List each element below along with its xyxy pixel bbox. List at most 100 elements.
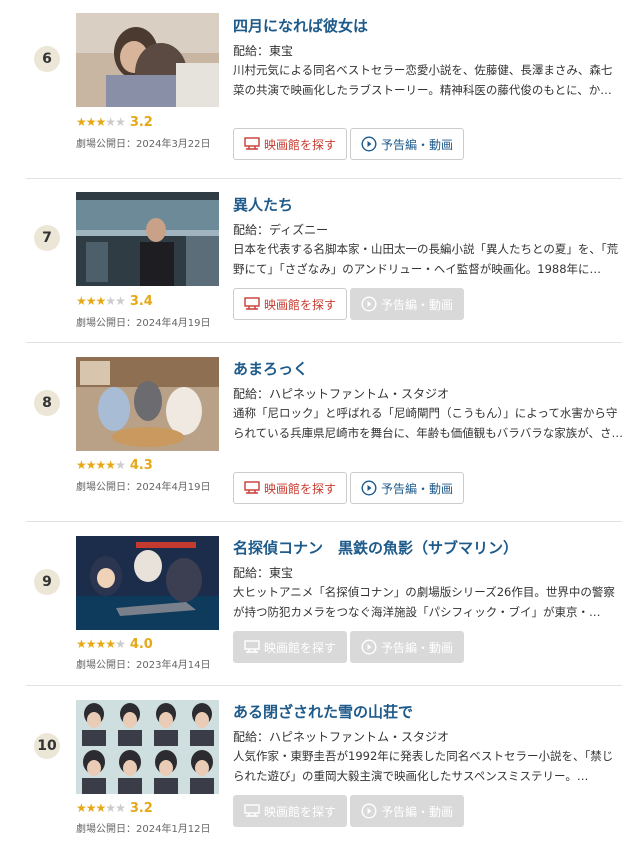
find-theater-button[interactable]: 映画館を探す [233,288,347,320]
trailer-button[interactable]: 予告編・動画 [350,288,464,320]
movie-title[interactable]: 名探偵コナン 黒鉄の魚影（サブマリン） [233,537,518,558]
rating-score: 3.2 [129,800,153,816]
theater-icon [244,640,260,653]
rating-stars: ★★★★★ [76,458,126,472]
theater-icon [244,481,260,494]
trailer-label: 予告編・動画 [380,804,453,819]
rank-badge: 9 [34,569,60,595]
ranking-item: 10 ★★★★★ 3.2 劇場公開日：2024年1月12日 ある閉ざされた雪の山… [0,686,640,846]
theater-icon [244,137,260,150]
find-theater-label: 映画館を探す [263,481,336,496]
release-date: 劇場公開日：2023年4月14日 [76,660,211,671]
star-icon: ★ [115,801,126,815]
find-theater-button[interactable]: 映画館を探す [233,472,347,504]
find-theater-label: 映画館を探す [263,297,336,312]
rating-stars: ★★★★★ [76,637,126,651]
theater-icon [244,297,260,310]
find-theater-button[interactable]: 映画館を探す [233,128,347,160]
movie-title[interactable]: 四月になれば彼女は [233,15,368,36]
trailer-label: 予告編・動画 [380,137,453,152]
rating-stars: ★★★★★ [76,294,126,308]
rating-stars: ★★★★★ [76,801,126,815]
rank-badge: 10 [34,733,60,759]
description: 日本を代表する名脚本家・山田太一の長編小説「異人たちとの夏」を、「荒野にて」「さ… [233,242,619,276]
find-theater-button[interactable]: 映画館を探す [233,795,347,827]
star-icon: ★ [76,115,87,129]
rating: ★★★★★ 3.2 [76,800,153,816]
rating-score: 3.4 [129,293,153,309]
star-icon: ★ [115,294,126,308]
trailer-button[interactable]: 予告編・動画 [350,472,464,504]
star-icon: ★ [105,294,116,308]
rank-badge: 6 [34,46,60,72]
rating: ★★★★★ 3.2 [76,114,153,130]
star-icon: ★ [95,637,107,651]
release-date: 劇場公開日：2024年4月19日 [76,318,211,329]
star-icon: ★ [95,458,107,472]
rating-score: 4.3 [129,457,153,473]
trailer-button[interactable]: 予告編・動画 [350,631,464,663]
star-icon: ★ [85,637,97,651]
rating-stars: ★★★★★ [76,115,126,129]
play-icon [361,296,377,312]
rating-score: 3.2 [129,114,153,130]
star-icon: ★ [95,294,107,308]
poster-thumbnail[interactable] [76,536,219,630]
star-icon: ★ [76,294,87,308]
rating: ★★★★★ 4.3 [76,457,153,473]
play-icon [361,480,377,496]
find-theater-button[interactable]: 映画館を探す [233,631,347,663]
movie-ranking-list: 6 ★★★★★ 3.2 劇場公開日：2024年3月22日 四月になれば彼女は 配… [0,0,640,847]
star-icon: ★ [105,637,116,651]
ranking-item: 9 ★★★★★ 4.0 劇場公開日：2023年4月14日 名探偵コナン 黒鉄の魚… [0,522,640,682]
star-icon: ★ [85,115,97,129]
star-icon: ★ [105,115,116,129]
star-icon: ★ [85,801,97,815]
distributor: 配給：東宝 [233,566,294,580]
description: 大ヒットアニメ「名探偵コナン」の劇場版シリーズ26作目。世界中の警察が持つ防犯カ… [233,585,615,619]
find-theater-label: 映画館を探す [263,640,336,655]
release-date: 劇場公開日：2024年4月19日 [76,482,211,493]
release-date: 劇場公開日：2024年3月22日 [76,139,211,150]
rating: ★★★★★ 3.4 [76,293,153,309]
trailer-button[interactable]: 予告編・動画 [350,128,464,160]
movie-title[interactable]: 異人たち [233,194,293,215]
trailer-button[interactable]: 予告編・動画 [350,795,464,827]
ranking-item: 8 ★★★★★ 4.3 劇場公開日：2024年4月19日 あまろっく 配給：ハピ… [0,343,640,504]
movie-title[interactable]: ある閉ざされた雪の山荘で [233,701,413,722]
star-icon: ★ [105,801,116,815]
star-icon: ★ [95,801,107,815]
description: 川村元気による同名ベストセラー恋愛小説を、佐藤健、長澤まさみ、森七菜の共演で映画… [233,63,613,97]
description: 人気作家・東野圭吾が1992年に発表した同名ベストセラー小説を、「禁じられた遊び… [233,749,614,783]
distributor: 配給：東宝 [233,44,294,58]
find-theater-label: 映画館を探す [263,137,336,152]
trailer-label: 予告編・動画 [380,297,453,312]
star-icon: ★ [85,458,97,472]
rank-badge: 7 [34,225,60,251]
poster-thumbnail[interactable] [76,700,219,794]
poster-thumbnail[interactable] [76,13,219,107]
rating: ★★★★★ 4.0 [76,636,153,652]
movie-title[interactable]: あまろっく [233,358,308,379]
star-icon: ★ [105,458,116,472]
ranking-item: 6 ★★★★★ 3.2 劇場公開日：2024年3月22日 四月になれば彼女は 配… [0,0,640,160]
star-icon: ★ [76,458,87,472]
trailer-label: 予告編・動画 [380,481,453,496]
poster-thumbnail[interactable] [76,192,219,286]
play-icon [361,136,377,152]
theater-icon [244,804,260,817]
star-icon: ★ [115,458,126,472]
star-icon: ★ [76,801,87,815]
poster-thumbnail[interactable] [76,357,219,451]
play-icon [361,803,377,819]
trailer-label: 予告編・動画 [380,640,453,655]
star-icon: ★ [85,294,97,308]
rank-badge: 8 [34,390,60,416]
play-icon [361,639,377,655]
distributor: 配給：ハピネットファントム・スタジオ [233,730,450,744]
star-icon: ★ [76,637,87,651]
rating-score: 4.0 [129,636,153,652]
star-icon: ★ [95,115,107,129]
find-theater-label: 映画館を探す [263,804,336,819]
description: 通称「尼ロック」と呼ばれる「尼崎閘門（こうもん）」によって水害から守られている兵… [233,406,623,440]
